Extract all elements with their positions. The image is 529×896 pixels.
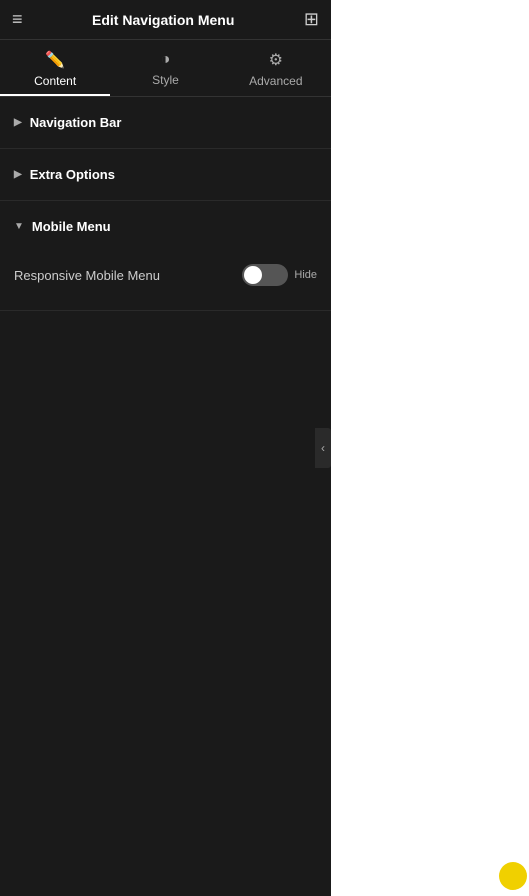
toggle-knob xyxy=(244,266,262,284)
editor-panel: ≡ Edit Navigation Menu ⊞ ✏️ Content ◑ St… xyxy=(0,0,331,896)
style-tab-icon: ◑ xyxy=(161,51,171,69)
responsive-mobile-menu-toggle-wrapper: Hide xyxy=(242,264,317,286)
responsive-mobile-menu-toggle[interactable] xyxy=(242,264,288,286)
header-title: Edit Navigation Menu xyxy=(92,12,234,28)
advanced-tab-icon: ⚙ xyxy=(269,50,283,70)
content-tab-label: Content xyxy=(34,74,76,88)
yellow-circle-indicator[interactable] xyxy=(499,862,527,890)
responsive-mobile-menu-row: Responsive Mobile Menu Hide xyxy=(14,256,317,294)
header: ≡ Edit Navigation Menu ⊞ xyxy=(0,0,331,40)
style-tab-label: Style xyxy=(152,73,179,87)
right-panel xyxy=(331,0,529,896)
navigation-bar-label: Navigation Bar xyxy=(30,115,122,130)
sections-container: ▶ Navigation Bar ▶ Extra Options ▼ Mobil… xyxy=(0,97,331,896)
collapse-icon: ‹ xyxy=(321,441,325,455)
navigation-bar-header[interactable]: ▶ Navigation Bar xyxy=(0,97,331,148)
mobile-menu-content: Responsive Mobile Menu Hide xyxy=(0,252,331,310)
tab-advanced[interactable]: ⚙ Advanced xyxy=(221,40,331,96)
extra-options-section: ▶ Extra Options xyxy=(0,149,331,201)
mobile-menu-chevron: ▼ xyxy=(14,221,24,232)
mobile-menu-label: Mobile Menu xyxy=(32,219,111,234)
grid-icon[interactable]: ⊞ xyxy=(304,9,319,30)
hamburger-icon[interactable]: ≡ xyxy=(12,9,23,30)
toggle-hide-label: Hide xyxy=(294,269,317,281)
advanced-tab-label: Advanced xyxy=(249,74,302,88)
extra-options-header[interactable]: ▶ Extra Options xyxy=(0,149,331,200)
extra-options-label: Extra Options xyxy=(30,167,115,182)
responsive-mobile-menu-label: Responsive Mobile Menu xyxy=(14,268,160,283)
tab-content[interactable]: ✏️ Content xyxy=(0,40,110,96)
tab-style[interactable]: ◑ Style xyxy=(110,41,220,95)
collapse-button[interactable]: ‹ xyxy=(315,428,331,468)
navigation-bar-chevron: ▶ xyxy=(14,117,22,128)
tabs-bar: ✏️ Content ◑ Style ⚙ Advanced xyxy=(0,40,331,97)
mobile-menu-header[interactable]: ▼ Mobile Menu xyxy=(0,201,331,252)
content-tab-icon: ✏️ xyxy=(45,50,65,70)
extra-options-chevron: ▶ xyxy=(14,169,22,180)
navigation-bar-section: ▶ Navigation Bar xyxy=(0,97,331,149)
mobile-menu-section: ▼ Mobile Menu Responsive Mobile Menu Hid… xyxy=(0,201,331,311)
